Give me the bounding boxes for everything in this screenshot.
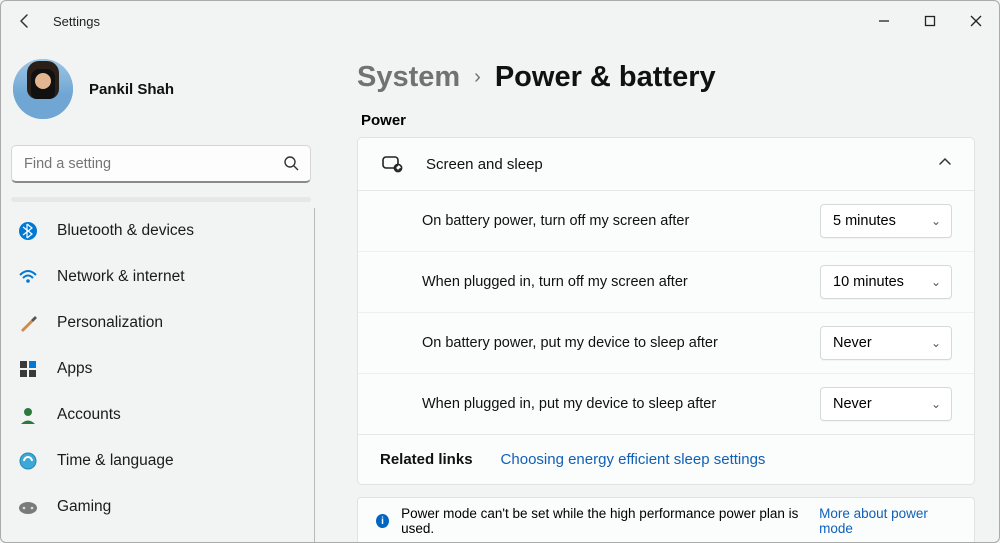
- related-title: Related links: [380, 451, 473, 468]
- main-content: System › Power & battery Power Screen an…: [321, 41, 999, 542]
- sidebar-item-label: Accounts: [57, 406, 121, 424]
- page-title: Power & battery: [495, 61, 716, 94]
- breadcrumb: System › Power & battery: [357, 61, 975, 94]
- sidebar-item-bluetooth[interactable]: Bluetooth & devices: [7, 208, 312, 254]
- chevron-down-icon: ⌄: [931, 275, 941, 289]
- username: Pankil Shah: [89, 81, 174, 98]
- sleep-plugged-select[interactable]: Never ⌄: [820, 387, 952, 421]
- select-value: 10 minutes: [833, 274, 904, 290]
- sidebar-item-accounts[interactable]: Accounts: [7, 392, 312, 438]
- screen-off-plugged-select[interactable]: 10 minutes ⌄: [820, 265, 952, 299]
- account-icon: [17, 404, 39, 426]
- sidebar-item-label: Personalization: [57, 314, 163, 332]
- select-value: Never: [833, 335, 872, 351]
- screen-icon: [380, 152, 404, 176]
- apps-icon: [17, 358, 39, 380]
- sidebar-item-label: Time & language: [57, 452, 174, 470]
- info-bar: i Power mode can't be set while the high…: [357, 497, 975, 542]
- maximize-button[interactable]: [907, 1, 953, 41]
- setting-label: When plugged in, turn off my screen afte…: [422, 274, 688, 290]
- search-box: [11, 145, 311, 183]
- wifi-icon: [17, 266, 39, 288]
- chevron-down-icon: ⌄: [931, 214, 941, 228]
- related-links: Related links Choosing energy efficient …: [358, 434, 974, 484]
- sidebar-item-label: Bluetooth & devices: [57, 222, 194, 240]
- brush-icon: [17, 312, 39, 334]
- profile[interactable]: Pankil Shah: [7, 41, 315, 139]
- bluetooth-icon: [17, 220, 39, 242]
- info-icon: i: [376, 514, 389, 528]
- chevron-right-icon: ›: [474, 66, 481, 89]
- gaming-icon: [17, 496, 39, 518]
- sidebar-item-time[interactable]: Time & language: [7, 438, 312, 484]
- card-title: Screen and sleep: [426, 156, 543, 173]
- setting-row: When plugged in, turn off my screen afte…: [358, 251, 974, 312]
- screen-off-battery-select[interactable]: 5 minutes ⌄: [820, 204, 952, 238]
- sleep-battery-select[interactable]: Never ⌄: [820, 326, 952, 360]
- setting-label: On battery power, turn off my screen aft…: [422, 213, 689, 229]
- window-controls: [861, 1, 999, 41]
- app-title: Settings: [53, 14, 100, 29]
- info-link[interactable]: More about power mode: [819, 506, 956, 536]
- sidebar-item-personalization[interactable]: Personalization: [7, 300, 312, 346]
- sidebar-item-gaming[interactable]: Gaming: [7, 484, 312, 530]
- sidebar-item-accessibility[interactable]: Accessibility: [7, 530, 312, 542]
- avatar: [13, 59, 73, 119]
- screen-sleep-card: Screen and sleep On battery power, turn …: [357, 137, 975, 485]
- sidebar-item-label: Gaming: [57, 498, 111, 516]
- sidebar-item-apps[interactable]: Apps: [7, 346, 312, 392]
- minimize-button[interactable]: [861, 1, 907, 41]
- titlebar: Settings: [1, 1, 999, 41]
- info-text: Power mode can't be set while the high p…: [401, 506, 807, 536]
- section-title: Power: [361, 112, 975, 129]
- sidebar-item-network[interactable]: Network & internet: [7, 254, 312, 300]
- sidebar: Pankil Shah Bluetooth & devices Network …: [1, 41, 321, 542]
- setting-label: On battery power, put my device to sleep…: [422, 335, 718, 351]
- related-link[interactable]: Choosing energy efficient sleep settings: [501, 451, 766, 468]
- search-input[interactable]: [11, 145, 311, 183]
- sidebar-item-label: Apps: [57, 360, 92, 378]
- sidebar-item-label: Network & internet: [57, 268, 185, 286]
- screen-sleep-header[interactable]: Screen and sleep: [358, 138, 974, 191]
- setting-row: On battery power, put my device to sleep…: [358, 312, 974, 373]
- close-button[interactable]: [953, 1, 999, 41]
- setting-row: On battery power, turn off my screen aft…: [358, 191, 974, 251]
- select-value: Never: [833, 396, 872, 412]
- breadcrumb-parent[interactable]: System: [357, 61, 460, 94]
- back-button[interactable]: [15, 11, 35, 31]
- setting-label: When plugged in, put my device to sleep …: [422, 396, 716, 412]
- setting-row: When plugged in, put my device to sleep …: [358, 373, 974, 434]
- search-icon: [283, 155, 299, 176]
- time-icon: [17, 450, 39, 472]
- select-value: 5 minutes: [833, 213, 896, 229]
- nav: Bluetooth & devices Network & internet P…: [7, 208, 315, 542]
- chevron-down-icon: ⌄: [931, 336, 941, 350]
- scroll-grip: [11, 197, 311, 202]
- chevron-down-icon: ⌄: [931, 397, 941, 411]
- chevron-up-icon: [938, 155, 952, 174]
